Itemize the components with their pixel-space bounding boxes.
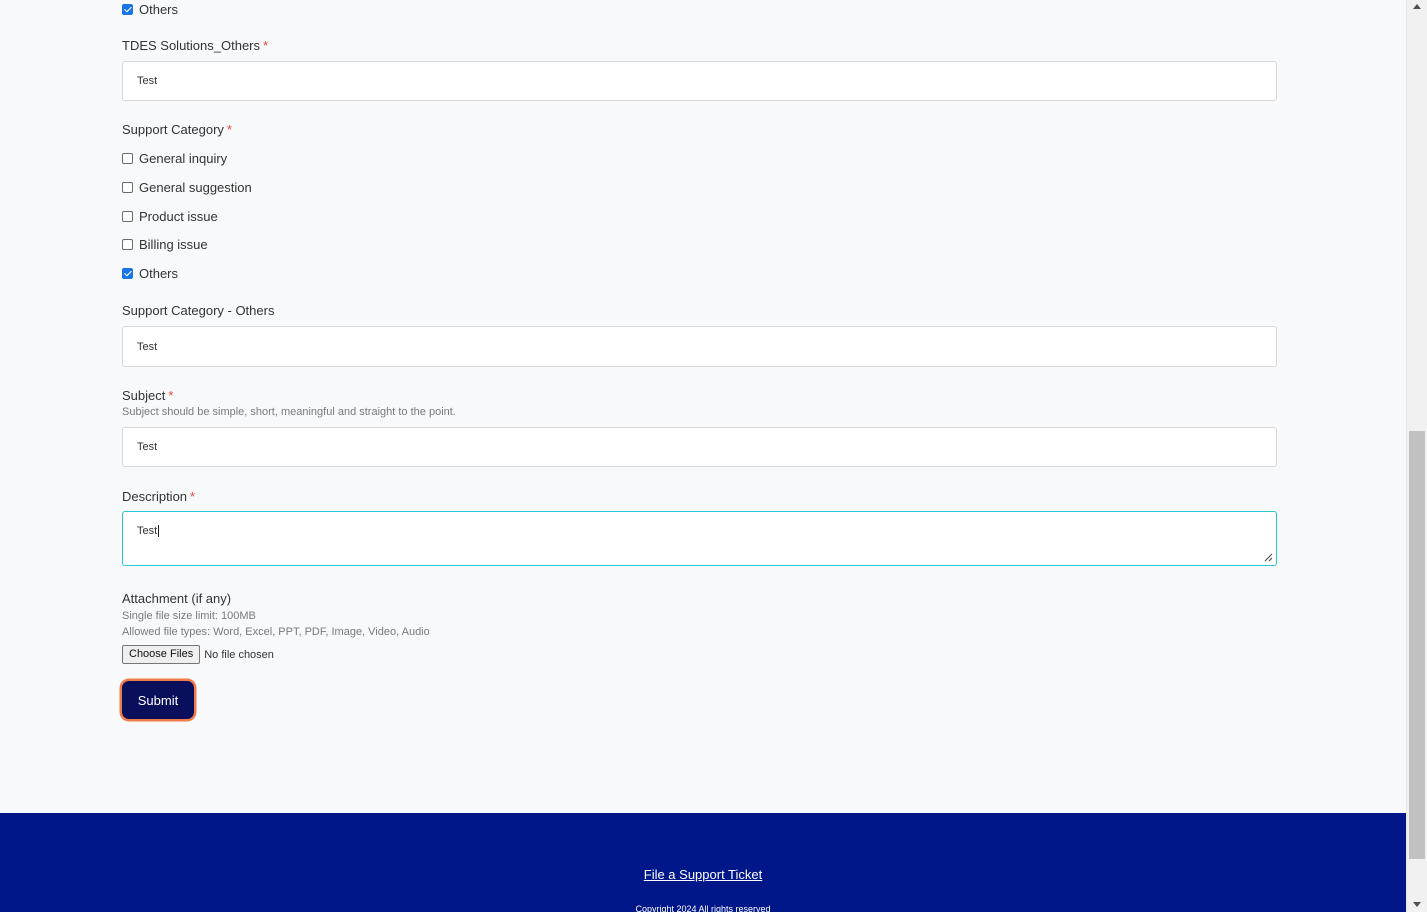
file-input: Choose Files No file chosen <box>122 645 274 664</box>
support-option-general-suggestion[interactable]: General suggestion <box>122 178 252 196</box>
subject-input[interactable]: Test <box>122 427 1277 467</box>
general-suggestion-checkbox[interactable] <box>122 181 133 193</box>
attachment-types-hint: Allowed file types: Word, Excel, PPT, PD… <box>122 626 430 638</box>
support-others-label: Others <box>139 265 179 281</box>
product-issue-label: Product issue <box>139 208 218 224</box>
general-inquiry-label: General inquiry <box>139 150 228 166</box>
page: Others TDES Solutions_Others * Test Suppo… <box>0 0 1406 912</box>
support-option-others[interactable]: Others <box>122 264 178 282</box>
choose-files-button[interactable]: Choose Files <box>122 645 201 664</box>
scroll-up-arrow-icon[interactable] <box>1413 4 1421 9</box>
description-label: Description * <box>122 489 196 504</box>
support-option-product-issue[interactable]: Product issue <box>122 207 218 225</box>
attachment-label: Attachment (if any) <box>122 591 232 606</box>
scroll-thumb[interactable] <box>1409 431 1425 859</box>
footer-copyright: Copyright 2024 All rights reserved <box>635 904 771 912</box>
support-others-input[interactable]: Test <box>122 326 1277 367</box>
support-option-billing-issue[interactable]: Billing issue <box>122 235 208 253</box>
tdes-others-label: Others <box>139 1 179 17</box>
tdes-others-input[interactable]: Test <box>122 61 1277 101</box>
general-suggestion-label: General suggestion <box>139 179 252 195</box>
required-mark: * <box>190 489 196 504</box>
resize-handle-icon[interactable] <box>1263 552 1273 562</box>
description-textarea[interactable]: Test <box>122 511 1277 566</box>
support-others-checkbox[interactable] <box>122 267 133 279</box>
footer-support-ticket-link: File a Support Ticket <box>643 867 763 882</box>
text-caret <box>158 525 160 537</box>
subject-label: Subject * <box>122 388 174 403</box>
required-mark: * <box>226 122 232 137</box>
vertical-scrollbar[interactable] <box>1406 0 1427 912</box>
scroll-down-arrow-icon[interactable] <box>1413 902 1421 907</box>
support-others-field-label: Support Category - Others <box>122 303 275 318</box>
required-mark: * <box>168 388 174 403</box>
product-issue-checkbox[interactable] <box>122 210 133 222</box>
submit-button[interactable]: Submit <box>122 681 194 719</box>
tdes-option-others[interactable]: Others <box>122 0 178 18</box>
file-status: No file chosen <box>204 648 274 661</box>
tdes-others-field-label: TDES Solutions_Others * <box>122 38 269 53</box>
attachment-size-hint: Single file size limit: 100MB <box>122 610 256 622</box>
required-mark: * <box>263 38 269 53</box>
billing-issue-label: Billing issue <box>139 236 208 252</box>
general-inquiry-checkbox[interactable] <box>122 152 133 164</box>
footer: File a Support Ticket Copyright 2024 All… <box>0 813 1406 912</box>
subject-hint: Subject should be simple, short, meaning… <box>122 406 456 418</box>
support-category-label: Support Category * <box>122 122 232 137</box>
support-option-general-inquiry[interactable]: General inquiry <box>122 149 227 167</box>
tdes-others-checkbox[interactable] <box>122 3 133 15</box>
billing-issue-checkbox[interactable] <box>122 238 133 250</box>
